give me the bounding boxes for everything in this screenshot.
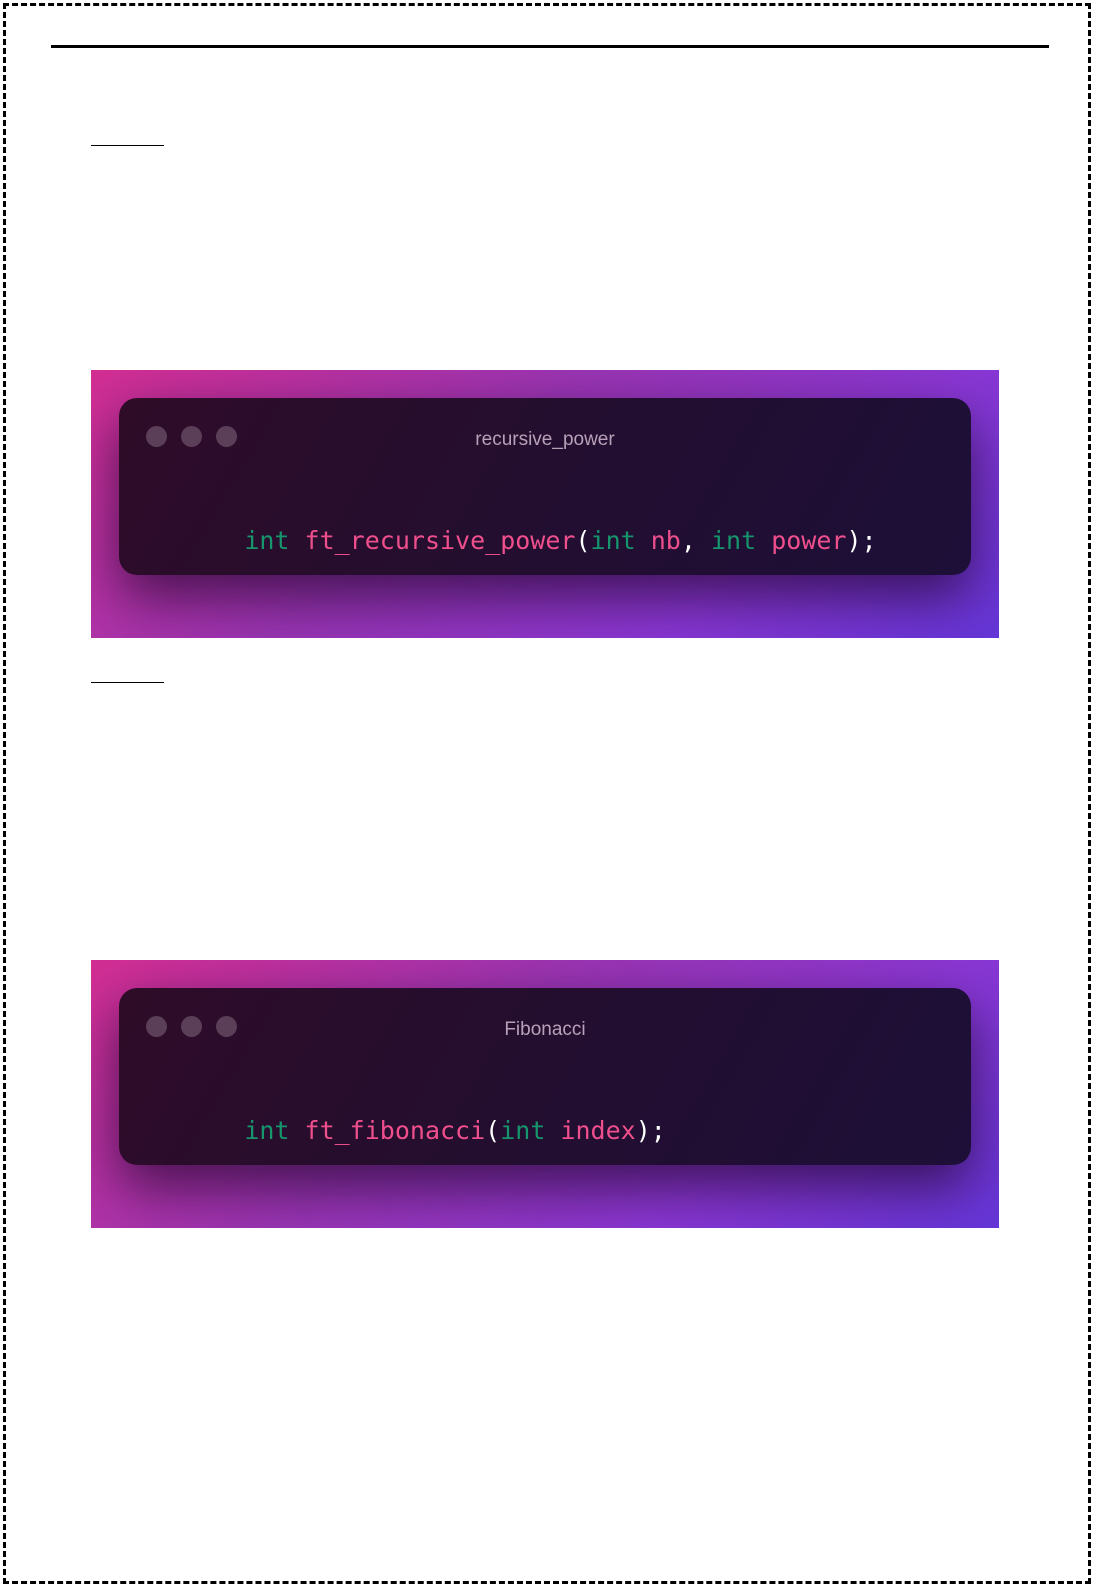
code-line: int ft_fibonacci(int index); [154, 1087, 666, 1174]
code-window-title: Fibonacci [504, 1019, 586, 1040]
code-token: ( [575, 526, 591, 555]
code-snippet-banner: recursive_power int ft_recursive_power(i… [91, 370, 999, 638]
page-border [3, 3, 1091, 1584]
code-line: int ft_recursive_power(int nb, int power… [154, 497, 877, 584]
code-token: ); [635, 1116, 666, 1145]
code-token: index [560, 1116, 636, 1145]
code-window: Fibonacci int ft_fibonacci(int index); [119, 988, 971, 1165]
code-token: int [590, 526, 636, 555]
code-token: ); [846, 526, 877, 555]
code-window: recursive_power int ft_recursive_power(i… [119, 398, 971, 575]
code-token: , [680, 526, 696, 555]
code-token: ft_fibonacci [304, 1116, 486, 1145]
code-token: ( [485, 1116, 501, 1145]
code-token: nb [650, 526, 681, 555]
code-token: ft_recursive_power [304, 526, 576, 555]
code-token: power [771, 526, 847, 555]
code-token: int [244, 1116, 290, 1145]
code-token: int [710, 526, 757, 555]
code-snippet-banner: Fibonacci int ft_fibonacci(int index); [91, 960, 999, 1228]
code-token: int [244, 526, 290, 555]
section-rule [91, 682, 164, 683]
header-rule [51, 45, 1049, 48]
section-rule [91, 145, 164, 146]
code-window-title: recursive_power [475, 429, 615, 450]
code-token: int [500, 1116, 546, 1145]
